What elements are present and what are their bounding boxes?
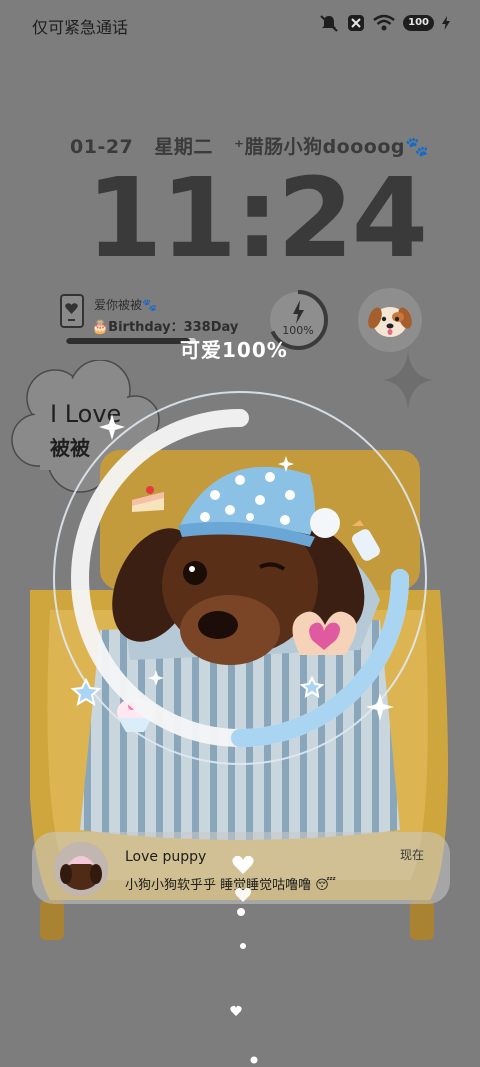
dog-face-icon xyxy=(368,307,412,337)
charging-bolt-icon xyxy=(442,16,450,30)
phone-heart-icon xyxy=(60,294,84,328)
birthday-progress-fill xyxy=(66,338,190,344)
mute-bell-icon xyxy=(320,15,338,32)
cute-percent-label: 可爱100% xyxy=(180,338,288,362)
notification-time: 现在 xyxy=(400,848,425,862)
battery-icon: 100 xyxy=(403,15,434,31)
love-text: 爱你被被🐾 xyxy=(94,298,157,312)
notification-title: Love puppy xyxy=(125,849,207,865)
heart-trail xyxy=(230,855,258,1064)
lockscreen-clock[interactable]: 11:24 xyxy=(86,158,428,278)
notification-avatar xyxy=(54,842,108,896)
puppy-emoji-widget[interactable] xyxy=(358,288,422,352)
wifi-icon xyxy=(373,14,395,31)
x-badge-icon xyxy=(348,15,365,31)
battery-progress-ring xyxy=(53,391,427,765)
status-carrier-text: 仅可紧急通话 xyxy=(32,18,129,37)
status-icons: 100 xyxy=(319,14,450,32)
birthday-countdown: 🎂Birthday：338Day xyxy=(92,320,239,335)
birthday-progress-bar xyxy=(66,338,196,344)
